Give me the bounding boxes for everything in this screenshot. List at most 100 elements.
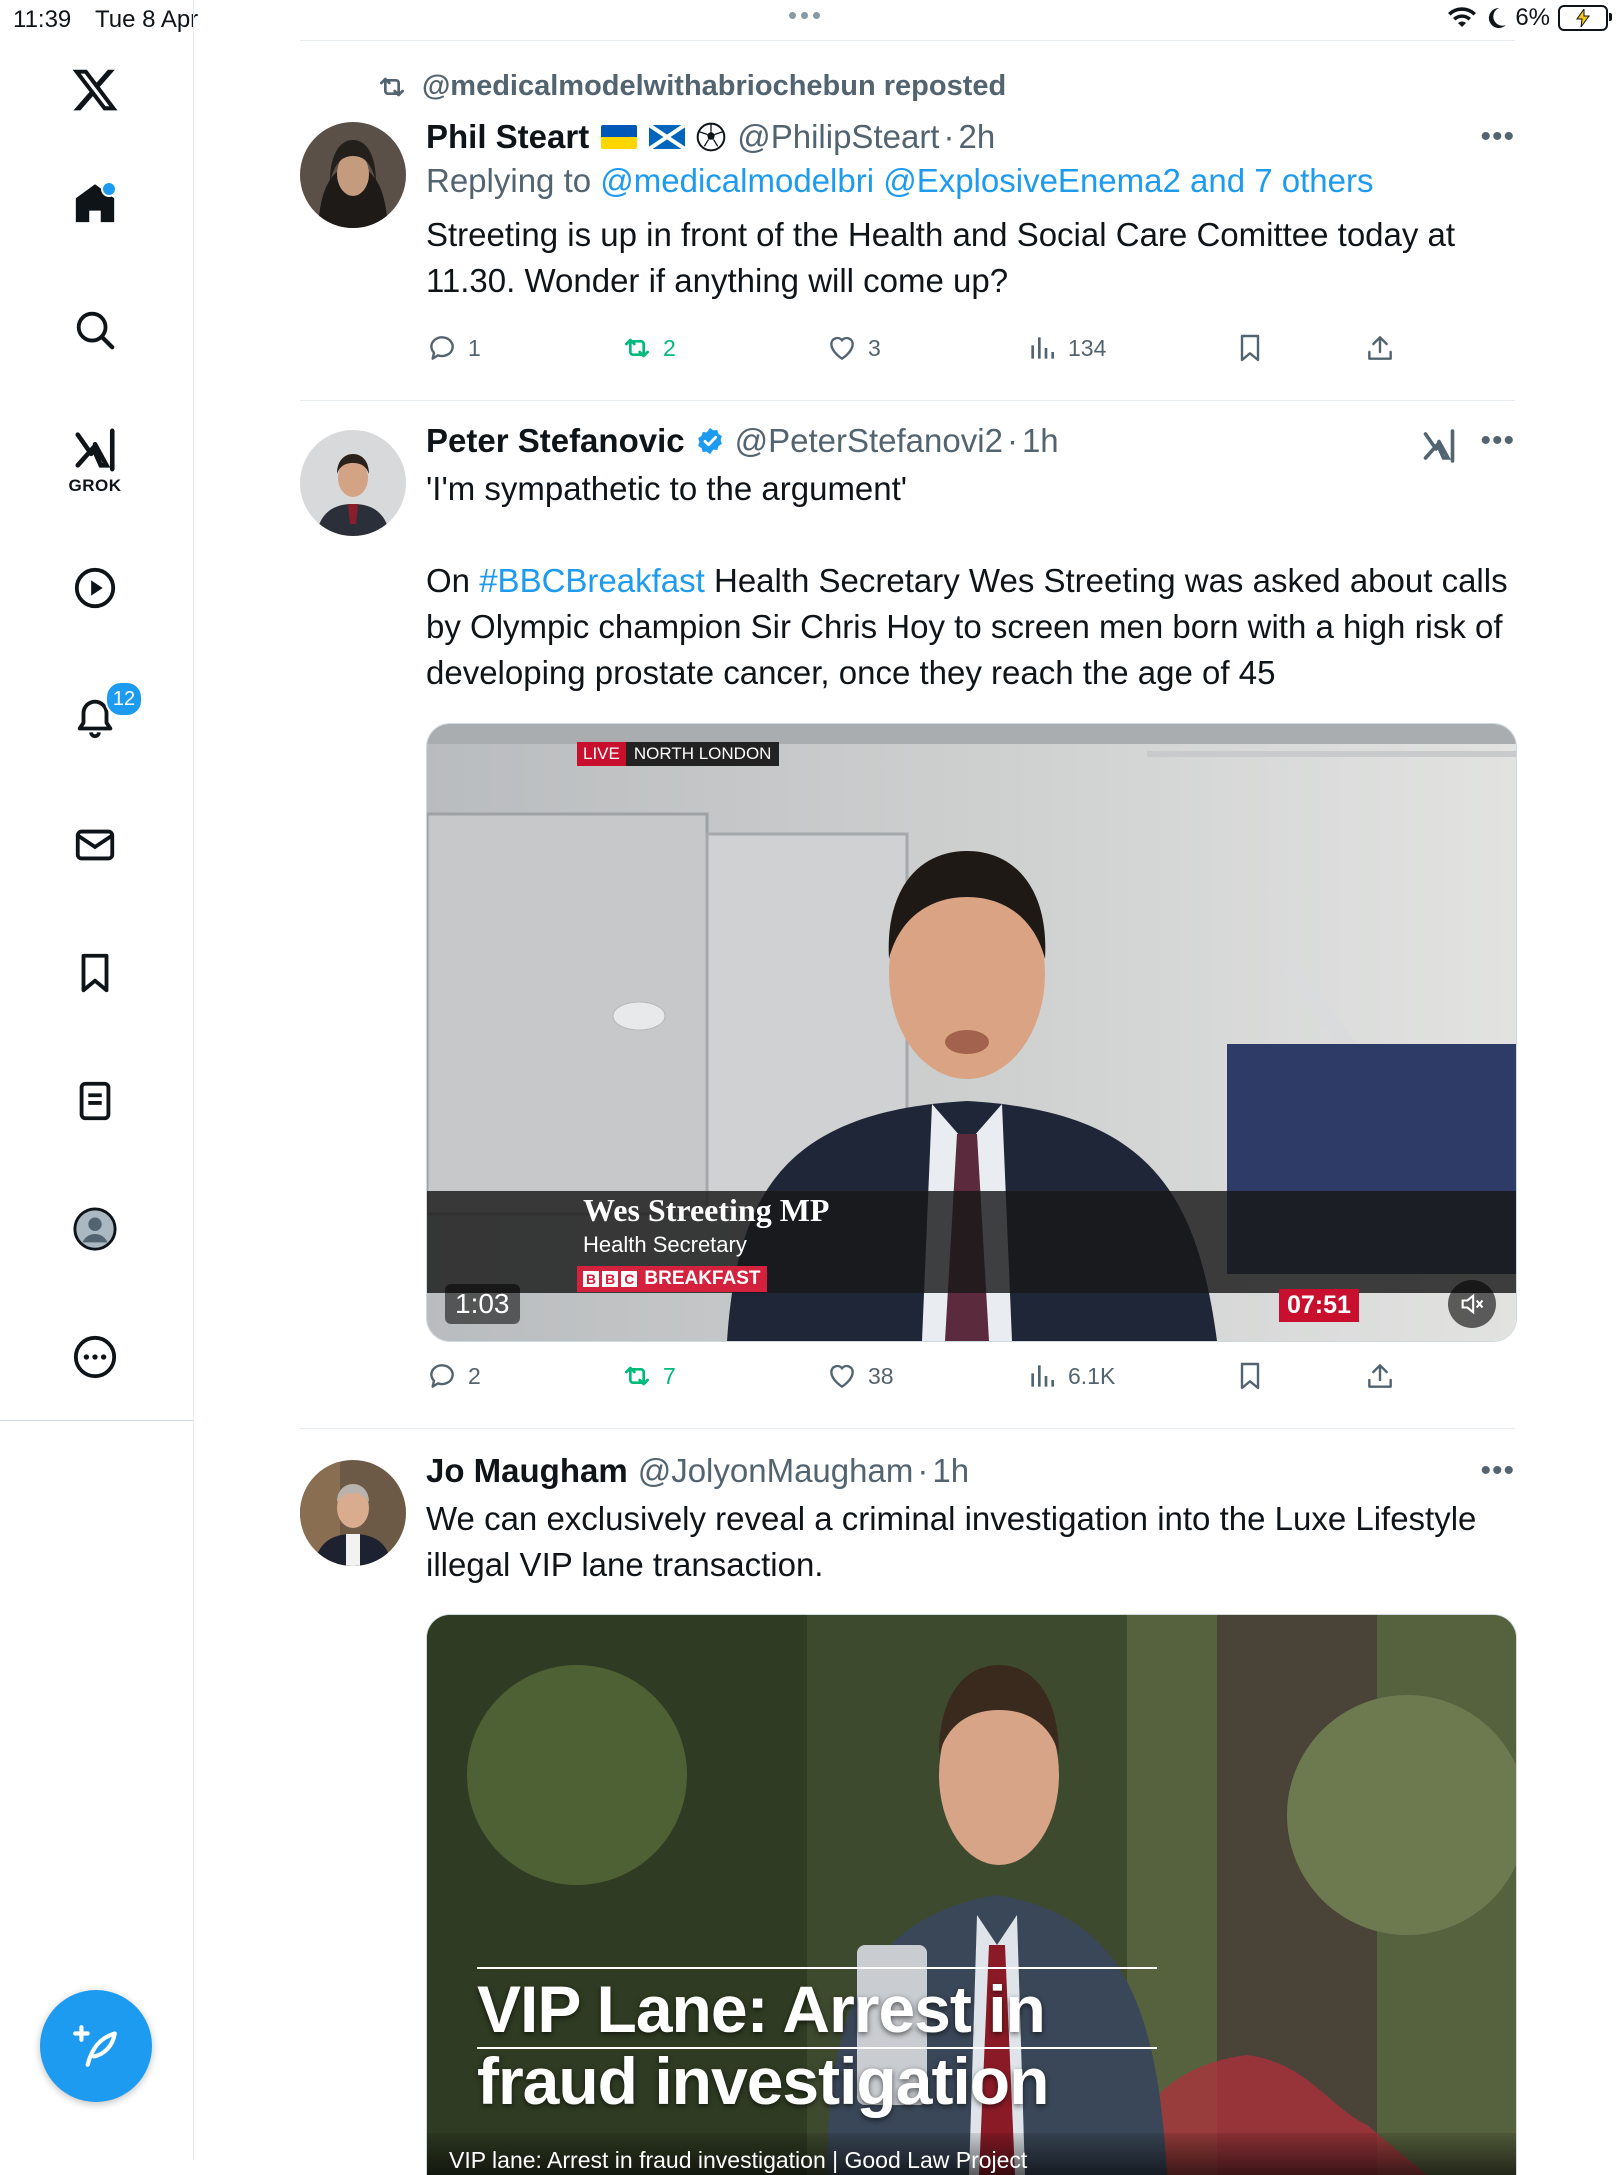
list-icon [79, 1081, 111, 1121]
bbc-breakfast-logo: B B C BREAKFAST [577, 1266, 767, 1292]
repost-icon [380, 77, 404, 96]
repost-button[interactable]: 2 [621, 332, 676, 364]
location-tag: NORTH LONDON [625, 742, 780, 766]
video-duration: 1:03 [445, 1284, 520, 1324]
live-banner: LIVE NORTH LONDON [577, 742, 780, 766]
like-button[interactable]: 3 [826, 332, 881, 364]
sidebar: GROK 12 [0, 0, 194, 2160]
avatar[interactable] [300, 430, 406, 536]
more-options-icon[interactable]: ••• [1480, 424, 1515, 458]
analytics-icon [1031, 337, 1054, 359]
nav-video[interactable] [65, 558, 125, 618]
post-text: We can exclusively reveal a criminal inv… [426, 1500, 1486, 1583]
nav-messages[interactable] [65, 815, 125, 875]
share-icon [1368, 1364, 1392, 1388]
nav-more[interactable] [65, 1327, 125, 1387]
share-icon [1368, 336, 1392, 360]
author-name[interactable]: Jo Maugham [426, 1452, 628, 1490]
post-time[interactable]: 2h [958, 118, 995, 156]
mute-button[interactable] [1448, 1280, 1496, 1328]
replying-to-link[interactable]: @medicalmodelbri @ExplosiveEnema2 and 7 … [600, 162, 1373, 199]
view-count: 6.1K [1068, 1362, 1116, 1389]
author-handle[interactable]: @PeterStefanovi2 [735, 422, 1003, 460]
post-actions: 2 7 38 6.1K [426, 1360, 1426, 1400]
nav-notifications[interactable]: 12 [65, 681, 143, 747]
author-name[interactable]: Peter Stefanovic [426, 422, 685, 460]
repost-count: 7 [663, 1362, 676, 1389]
play-icon [74, 567, 116, 609]
search-icon [76, 311, 115, 350]
post-text: On #BBCBreakfast Health Secretary Wes St… [426, 558, 1515, 696]
author-handle[interactable]: @JolyonMaugham [638, 1452, 914, 1490]
grok-icon [75, 428, 115, 472]
hashtag-link[interactable]: #BBCBreakfast [479, 562, 705, 599]
post-time[interactable]: 1h [932, 1452, 969, 1490]
more-icon [73, 1335, 117, 1379]
reply-icon [430, 1364, 454, 1388]
bookmark-icon [1240, 334, 1260, 362]
grok-label: GROK [68, 476, 122, 495]
verified-badge-icon [695, 426, 725, 456]
like-count: 38 [868, 1362, 894, 1389]
program-name: BREAKFAST [644, 1268, 761, 1289]
heart-icon [830, 336, 854, 361]
muted-speaker-icon [1461, 1293, 1484, 1315]
repost-label: @medicalmodelwithabriochebun reposted [422, 70, 1007, 102]
author-handle[interactable]: @PhilipSteart [737, 118, 939, 156]
grok-icon[interactable] [1421, 428, 1457, 464]
nav-bookmarks[interactable] [65, 943, 125, 1003]
repost-indicator: @medicalmodelwithabriochebun reposted [376, 70, 1006, 103]
avatar[interactable] [300, 122, 406, 228]
replying-prefix: Replying to [426, 162, 601, 199]
battery-icon [1558, 5, 1612, 31]
bookmark-button[interactable] [1234, 332, 1266, 364]
post-time[interactable]: 1h [1022, 422, 1059, 460]
nav-explore[interactable] [65, 300, 125, 360]
mail-icon [75, 829, 115, 861]
like-count: 3 [868, 334, 881, 361]
more-options-icon[interactable]: ••• [1480, 1454, 1515, 1488]
post-peter-stefanovic[interactable]: Peter Stefanovic @PeterStefanovi2 · 1h •… [300, 400, 1517, 1428]
battery-percent: 6% [1515, 4, 1550, 31]
broadcast-clock: 07:51 [1279, 1289, 1359, 1322]
post-phil-steart[interactable]: @medicalmodelwithabriochebun reposted Ph… [300, 40, 1515, 400]
views-button[interactable]: 134 [1026, 332, 1106, 364]
ukraine-flag-icon [601, 125, 638, 149]
reply-button[interactable]: 1 [426, 332, 481, 364]
post-jo-maugham[interactable]: Jo Maugham @JolyonMaugham · 1h ••• We ca… [300, 1428, 1517, 2175]
repost-button[interactable]: 7 [621, 1360, 676, 1392]
avatar[interactable] [300, 1460, 406, 1566]
card-caption[interactable]: VIP lane: Arrest in fraud investigation … [449, 2145, 1027, 2175]
share-button[interactable] [1364, 1360, 1396, 1392]
x-logo-icon[interactable] [65, 60, 125, 120]
bookmark-button[interactable] [1234, 1360, 1266, 1392]
author-name[interactable]: Phil Steart [426, 118, 589, 156]
lower-third-title: Health Secretary [583, 1232, 747, 1257]
compose-button[interactable] [40, 1990, 152, 2102]
repost-count: 2 [663, 334, 676, 361]
new-posts-dot [101, 181, 117, 197]
notifications-badge: 12 [105, 681, 143, 717]
nav-grok[interactable] [65, 420, 125, 480]
post-actions: 1 2 3 134 [426, 332, 1426, 372]
reply-count: 1 [468, 334, 481, 361]
live-tag: LIVE [577, 742, 626, 766]
share-button[interactable] [1364, 332, 1396, 364]
reply-count: 2 [468, 1362, 481, 1389]
bookmark-icon [81, 953, 109, 993]
video-player[interactable]: LIVE NORTH LONDON Wes Streeting MP Healt… [426, 723, 1517, 1342]
timeline: @medicalmodelwithabriochebun reposted Ph… [300, 0, 1517, 2175]
nav-home[interactable] [65, 173, 125, 233]
bookmark-icon [1240, 1362, 1260, 1390]
post-text: Streeting is up in front of the Health a… [426, 216, 1465, 299]
nav-profile[interactable] [65, 1199, 125, 1259]
sidebar-divider [0, 1420, 193, 1421]
views-button[interactable]: 6.1K [1026, 1360, 1115, 1392]
profile-icon [73, 1207, 117, 1251]
link-card[interactable]: VIP Lane: Arrest in fraud investigation … [426, 1614, 1517, 2175]
repost-icon [625, 338, 649, 358]
like-button[interactable]: 38 [826, 1360, 894, 1392]
nav-lists[interactable] [65, 1071, 125, 1131]
more-options-icon[interactable]: ••• [1480, 120, 1515, 154]
reply-button[interactable]: 2 [426, 1360, 481, 1392]
